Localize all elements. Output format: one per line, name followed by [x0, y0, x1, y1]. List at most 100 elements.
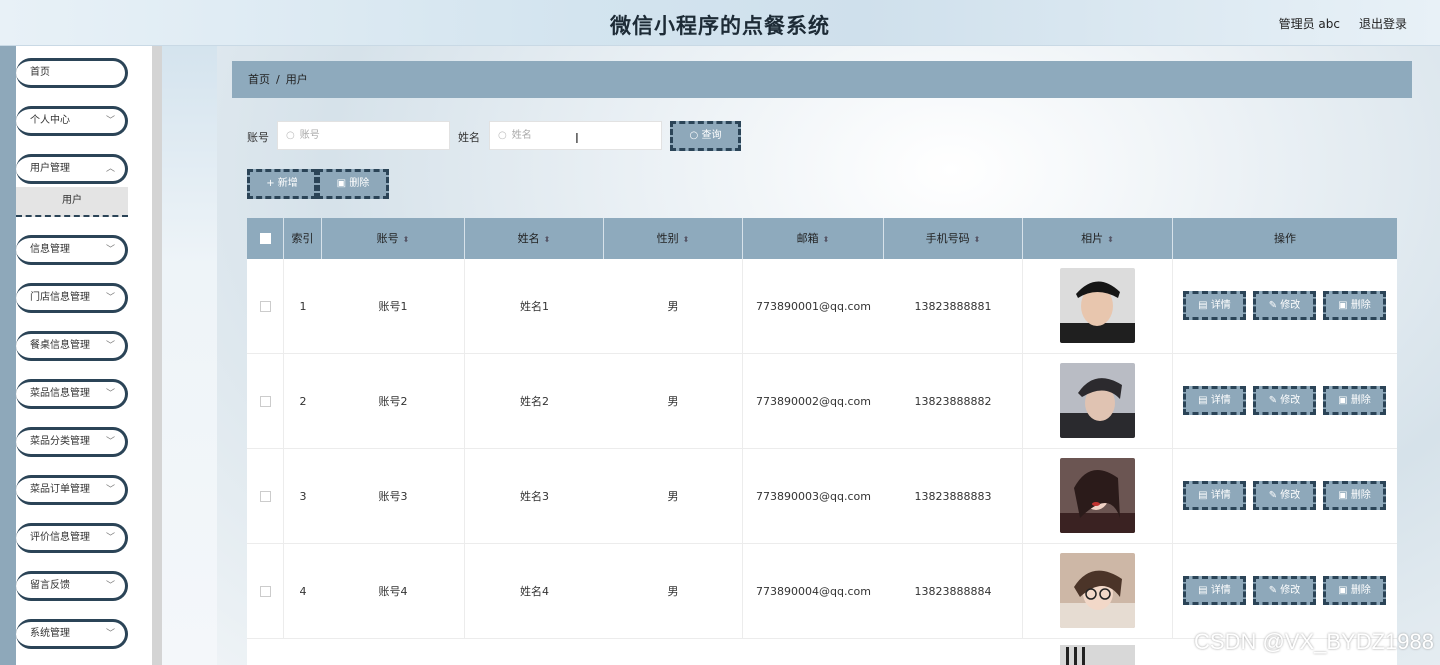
chevron-down-icon: ﹀	[105, 389, 115, 399]
sidebar-item-order-management[interactable]: 菜品订单管理 ﹀	[16, 475, 128, 505]
sidebar-item-system-management[interactable]: 系统管理 ﹀	[16, 619, 128, 649]
user-table: 索引 账号 ⬍ 姓名 ⬍ 性别 ⬍ 邮箱 ⬍ 手机号码 ⬍ 相片 ⬍ 操作 1 账号1 姓名…	[247, 218, 1397, 665]
row-checkbox[interactable]	[260, 586, 271, 597]
table-row: 3 账号3 姓名3 男 773890003@qq.com 13823888883…	[247, 449, 1397, 544]
table-row: 1 账号1 姓名1 男 773890001@qq.com 13823888881…	[247, 259, 1397, 354]
detail-button-label: 详情	[1210, 585, 1231, 596]
user-photo[interactable]	[1060, 268, 1135, 343]
detail-button[interactable]: ▤ 详情	[1183, 481, 1246, 510]
sidebar-scrollbar[interactable]	[152, 46, 162, 665]
header-gender[interactable]: 性别 ⬍	[604, 218, 743, 259]
document-icon: ▤	[1198, 585, 1211, 596]
sidebar-item-home[interactable]: 首页	[16, 58, 128, 88]
chevron-down-icon: ﹀	[105, 116, 115, 126]
sidebar-item-label: 用户管理	[30, 163, 70, 174]
header-phone[interactable]: 手机号码 ⬍	[884, 218, 1023, 259]
sort-icon[interactable]: ⬍	[403, 235, 410, 244]
pencil-icon: ✎	[1268, 490, 1281, 501]
logout-link[interactable]: 退出登录	[1359, 15, 1407, 32]
sidebar-item-profile[interactable]: 个人中心 ﹀	[16, 106, 128, 136]
chevron-down-icon: ﹀	[105, 341, 115, 351]
chevron-down-icon: ﹀	[105, 581, 115, 591]
pencil-icon: ✎	[1268, 395, 1281, 406]
sort-icon[interactable]: ⬍	[823, 235, 830, 244]
detail-button[interactable]: ▤ 详情	[1183, 291, 1246, 320]
edit-button[interactable]: ✎ 修改	[1253, 481, 1316, 510]
header-account[interactable]: 账号 ⬍	[322, 218, 465, 259]
row-select-cell	[247, 449, 284, 544]
detail-button[interactable]: ▤ 详情	[1183, 386, 1246, 415]
sidebar-item-info-management[interactable]: 信息管理 ﹀	[16, 235, 128, 265]
query-button[interactable]: ○ 查询	[670, 121, 741, 151]
sidebar-item-label: 留言反馈	[30, 580, 70, 591]
user-photo[interactable]	[1060, 553, 1135, 628]
account-placeholder: 账号	[299, 130, 320, 141]
add-button[interactable]: + 新增	[247, 169, 317, 199]
submenu-item-user[interactable]: 用户	[16, 187, 128, 217]
edit-button[interactable]: ✎ 修改	[1253, 291, 1316, 320]
header-phone-label: 手机号码	[925, 232, 970, 245]
sort-icon[interactable]: ⬍	[683, 235, 690, 244]
detail-button-label: 详情	[1210, 300, 1231, 311]
header-email[interactable]: 邮箱 ⬍	[743, 218, 884, 259]
detail-button[interactable]: ▤ 详情	[1183, 576, 1246, 605]
delete-button-label: 删除	[349, 178, 370, 189]
edit-button-label: 修改	[1280, 395, 1301, 406]
cell-email: 773890002@qq.com	[756, 395, 871, 408]
account-label: 账号	[247, 131, 269, 144]
edit-button-label: 修改	[1280, 300, 1301, 311]
chevron-down-icon: ﹀	[105, 533, 115, 543]
row-select-cell	[247, 259, 284, 354]
delete-button[interactable]: ▣ 删除	[1323, 481, 1386, 510]
account-search-input[interactable]: ○ 账号	[277, 121, 450, 150]
cell-gender: 男	[604, 259, 743, 354]
trash-icon: ▣	[1338, 585, 1351, 596]
delete-button[interactable]: ▣ 删除	[1323, 291, 1386, 320]
sort-icon[interactable]: ⬍	[1107, 235, 1114, 244]
cell-name: 姓名1	[520, 300, 549, 313]
header-photo[interactable]: 相片 ⬍	[1023, 218, 1173, 259]
sidebar-item-table-management[interactable]: 餐桌信息管理 ﹀	[16, 331, 128, 361]
user-photo[interactable]	[1060, 363, 1135, 438]
cell-account: 账号1	[322, 259, 465, 354]
edit-button-label: 修改	[1280, 490, 1301, 501]
search-icon: ○	[498, 130, 507, 141]
sidebar-item-label: 菜品信息管理	[30, 388, 90, 399]
sidebar-item-label: 系统管理	[30, 628, 70, 639]
sidebar-item-store-management[interactable]: 门店信息管理 ﹀	[16, 283, 128, 313]
chevron-down-icon: ﹀	[105, 293, 115, 303]
breadcrumb-home[interactable]: 首页	[248, 73, 270, 86]
cell-phone: 13823888881	[884, 259, 1023, 354]
sort-icon[interactable]: ⬍	[974, 235, 981, 244]
app-title: 微信小程序的点餐系统	[610, 14, 830, 38]
delete-button[interactable]: ▣ 删除	[1323, 386, 1386, 415]
sidebar-item-feedback[interactable]: 留言反馈 ﹀	[16, 571, 128, 601]
search-icon: ○	[286, 130, 295, 141]
sidebar-item-review-management[interactable]: 评价信息管理 ﹀	[16, 523, 128, 553]
app-header: 微信小程序的点餐系统 管理员 abc 退出登录	[0, 0, 1440, 46]
name-label: 姓名	[458, 131, 480, 144]
sidebar-item-user-management[interactable]: 用户管理 ︿	[16, 154, 128, 184]
row-checkbox[interactable]	[260, 396, 271, 407]
sidebar: 首页 个人中心 ﹀ 用户管理 ︿ 用户 信息管理 ﹀ 门店信息管理 ﹀ 餐桌信息管理 ﹀ …	[0, 46, 152, 665]
select-all-header	[247, 218, 284, 259]
cell-email: 773890004@qq.com	[756, 585, 871, 598]
select-all-checkbox[interactable]	[260, 233, 271, 244]
edit-button[interactable]: ✎ 修改	[1253, 386, 1316, 415]
row-checkbox[interactable]	[260, 301, 271, 312]
user-photo[interactable]	[1060, 458, 1135, 533]
breadcrumb: 首页 / 用户	[232, 61, 1412, 98]
delete-button[interactable]: ▣ 删除	[1323, 576, 1386, 605]
sort-icon[interactable]: ⬍	[544, 235, 551, 244]
edit-button[interactable]: ✎ 修改	[1253, 576, 1316, 605]
chevron-down-icon: ﹀	[105, 437, 115, 447]
header-name[interactable]: 姓名 ⬍	[465, 218, 604, 259]
batch-delete-button[interactable]: ▣ 删除	[317, 169, 389, 199]
cell-name: 姓名3	[520, 490, 549, 503]
breadcrumb-separator: /	[276, 73, 280, 86]
sidebar-item-dish-management[interactable]: 菜品信息管理 ﹀	[16, 379, 128, 409]
cell-index: 3	[299, 490, 307, 503]
row-checkbox[interactable]	[260, 491, 271, 502]
pencil-icon: ✎	[1268, 300, 1281, 311]
sidebar-item-dish-category-management[interactable]: 菜品分类管理 ﹀	[16, 427, 128, 457]
